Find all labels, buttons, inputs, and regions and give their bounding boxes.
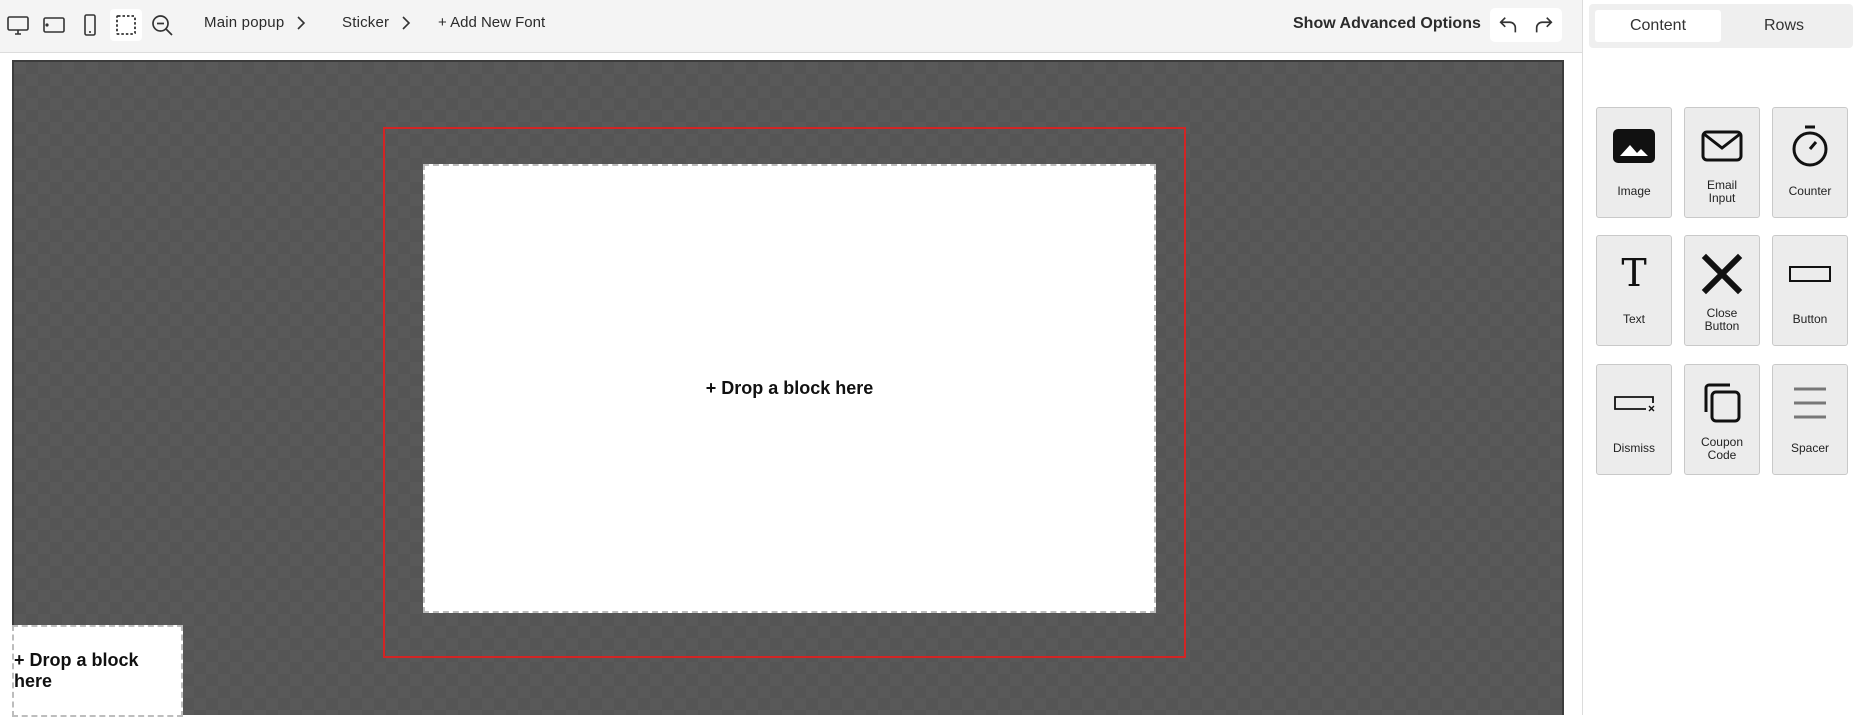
right-panel: Content Rows Image Email Input Counter T… [1582,0,1858,715]
block-label: Image [1617,184,1651,198]
block-label: Counter [1788,184,1832,198]
zoom-out-icon[interactable] [146,9,178,41]
svg-text:T: T [1621,254,1646,294]
block-text[interactable]: T Text [1596,235,1672,346]
block-image[interactable]: Image [1596,107,1672,218]
desktop-view-icon[interactable] [2,9,34,41]
stopwatch-icon [1789,108,1831,178]
tab-rows[interactable]: Rows [1721,10,1847,42]
copy-icon [1701,365,1743,435]
image-icon [1612,108,1656,178]
block-label: Coupon Code [1700,434,1744,462]
tab-content[interactable]: Content [1595,10,1721,42]
add-new-font-link[interactable]: + Add New Font [438,14,545,31]
main-popup-drop-zone[interactable]: + Drop a block here [423,164,1156,613]
sticker-drop-zone[interactable]: + Drop a block here [12,625,183,717]
show-advanced-options-button[interactable]: Show Advanced Options [1293,15,1481,33]
top-toolbar: Main popup Sticker + Add New Font Show A… [0,0,1582,53]
block-coupon-code[interactable]: Coupon Code [1684,364,1760,475]
panel-tabs: Content Rows [1589,4,1853,48]
close-icon [1701,236,1743,306]
block-dismiss[interactable]: Dismiss [1596,364,1672,475]
block-close-button[interactable]: Close Button [1684,235,1760,346]
undo-icon[interactable] [1495,12,1521,38]
block-label: Close Button [1704,305,1740,333]
block-button[interactable]: Button [1772,235,1848,346]
block-counter[interactable]: Counter [1772,107,1848,218]
undo-redo-group [1490,8,1562,42]
text-icon: T [1614,236,1654,306]
breadcrumb-label: Sticker [342,14,390,31]
breadcrumb-main-popup[interactable]: Main popup [204,14,306,31]
block-label: Dismiss [1613,441,1655,455]
select-area-icon[interactable] [110,9,142,41]
block-spacer[interactable]: Spacer [1772,364,1848,475]
editor-canvas[interactable]: + Drop a block here + Drop a block here [12,60,1564,717]
chevron-right-icon [402,15,411,30]
block-label: Email Input [1706,177,1737,205]
button-icon [1788,236,1832,306]
chevron-right-icon [297,15,306,30]
envelope-icon [1700,108,1744,178]
breadcrumb-sticker[interactable]: Sticker [342,14,411,31]
spacer-icon [1790,365,1830,435]
block-label: Button [1792,312,1828,326]
tablet-view-icon[interactable] [38,9,70,41]
block-email-input[interactable]: Email Input [1684,107,1760,218]
breadcrumb-label: Main popup [204,14,285,31]
block-label: Spacer [1790,441,1830,455]
redo-icon[interactable] [1531,12,1557,38]
drop-zone-label: + Drop a block here [705,378,874,398]
drop-zone-label: + Drop a block here [14,650,139,691]
dismiss-icon [1612,365,1656,435]
block-label: Text [1622,312,1645,326]
mobile-view-icon[interactable] [74,9,106,41]
